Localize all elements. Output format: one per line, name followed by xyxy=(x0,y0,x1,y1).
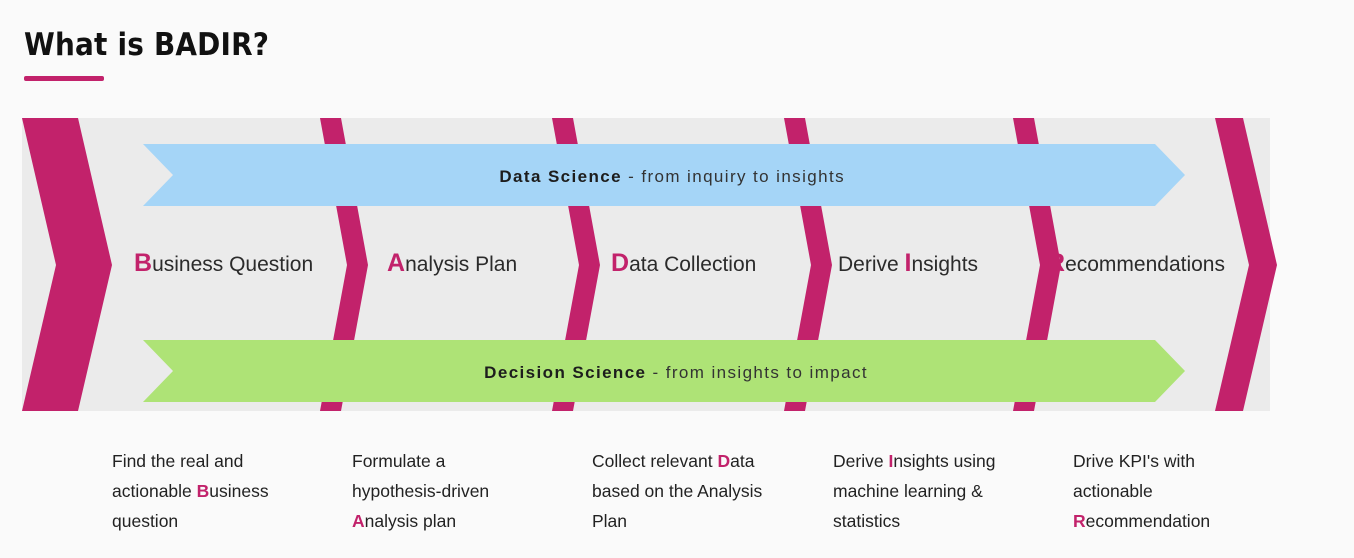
desc-line: hypothesis-driven xyxy=(352,481,490,501)
desc-accent-letter-d: D xyxy=(717,451,731,471)
desc-text: usiness xyxy=(209,481,269,501)
desc-text: Derive xyxy=(833,451,889,471)
desc-text: ata xyxy=(730,451,755,471)
desc-line: machine learning & xyxy=(833,481,983,501)
stage-accent-letter-d: D xyxy=(611,249,629,277)
desc-text: ecommendation xyxy=(1085,511,1211,531)
stage-rest-recommendations: ecommendations xyxy=(1065,253,1225,276)
desc-line: question xyxy=(112,511,179,531)
stage-rest-insights: nsights xyxy=(911,253,978,276)
stage-rest-analysis-plan: nalysis Plan xyxy=(405,253,517,276)
decision-science-tagline: from insights to impact xyxy=(666,363,868,382)
desc-accent-letter-b: B xyxy=(196,481,210,501)
stage-accent-letter-r: R xyxy=(1047,249,1065,277)
data-science-banner: Data Science - from inquiry to insights xyxy=(143,144,1185,206)
desc-text: nsights using xyxy=(893,451,996,471)
desc-line: actionable Business xyxy=(112,476,317,506)
desc-line: Derive Insights using xyxy=(833,446,1043,476)
stage-accent-letter-i: I xyxy=(905,249,912,277)
desc-line: actionable xyxy=(1073,481,1153,501)
page-title: What is BADIR? xyxy=(24,27,270,63)
stage-descriptions: Find the real and actionable Business qu… xyxy=(0,446,1354,558)
stage-accent-letter-a: A xyxy=(387,249,405,277)
desc-line: Formulate a xyxy=(352,451,446,471)
stage-labels: Business Question Analysis Plan Data Col… xyxy=(134,249,1225,277)
stage-accent-letter-b: B xyxy=(134,249,152,277)
stage-label-business-question: Business Question xyxy=(134,249,313,277)
stage-label-data-collection: Data Collection xyxy=(611,249,756,277)
decision-science-banner-text: Decision Science - from insights to impa… xyxy=(484,363,868,382)
stage-label-derive-insights: Derive Insights xyxy=(838,249,978,277)
description-recommendations: Drive KPI's with actionable Recommendati… xyxy=(1073,446,1288,536)
stage-label-analysis-plan: Analysis Plan xyxy=(387,249,517,277)
desc-line: Analysis plan xyxy=(352,506,552,536)
badir-process-diagram: Data Science - from inquiry to insights … xyxy=(0,118,1354,412)
desc-line: Find the real and xyxy=(112,451,244,471)
desc-line: Plan xyxy=(592,511,628,531)
desc-line: Drive KPI's with xyxy=(1073,451,1195,471)
decision-science-label: Decision Science xyxy=(484,363,646,382)
stage-rest-data-collection: ata Collection xyxy=(629,253,756,276)
data-science-label: Data Science xyxy=(499,167,622,186)
desc-line: based on the Analysis xyxy=(592,481,763,501)
title-underline-rule xyxy=(24,76,104,82)
desc-line: statistics xyxy=(833,511,901,531)
desc-accent-letter-r: R xyxy=(1073,511,1086,531)
desc-accent-letter-a: A xyxy=(352,511,365,531)
decision-science-separator: - xyxy=(653,363,660,382)
stage-rest-business-question: usiness Question xyxy=(152,253,313,276)
description-derive-insights: Derive Insights using machine learning &… xyxy=(833,446,1043,536)
data-science-separator: - xyxy=(628,167,635,186)
desc-text: nalysis plan xyxy=(364,511,457,531)
data-science-banner-text: Data Science - from inquiry to insights xyxy=(499,167,845,186)
data-science-tagline: from inquiry to insights xyxy=(641,167,845,186)
description-business-question: Find the real and actionable Business qu… xyxy=(112,446,317,536)
stage-label-recommendations: Recommendations xyxy=(1047,249,1225,277)
decision-science-banner: Decision Science - from insights to impa… xyxy=(143,340,1185,402)
desc-text: actionable xyxy=(112,481,197,501)
title-block: What is BADIR? xyxy=(24,27,270,82)
desc-text: Collect relevant xyxy=(592,451,718,471)
desc-line: Recommendation xyxy=(1073,506,1288,536)
stage-prefix-derive: Derive xyxy=(838,253,905,276)
description-data-collection: Collect relevant Data based on the Analy… xyxy=(592,446,807,536)
desc-line: Collect relevant Data xyxy=(592,446,807,476)
description-analysis-plan: Formulate a hypothesis-driven Analysis p… xyxy=(352,446,552,536)
